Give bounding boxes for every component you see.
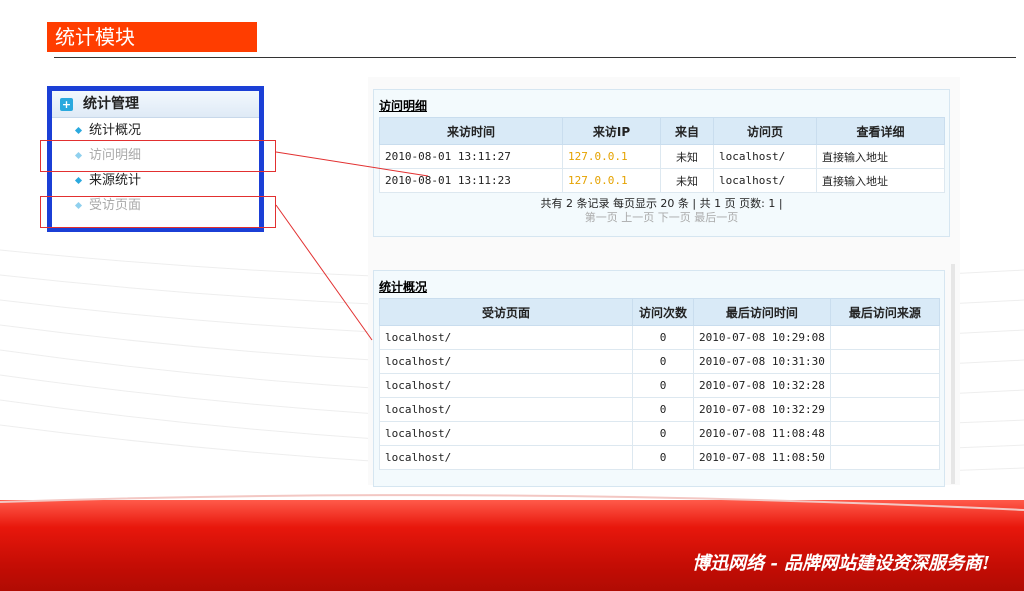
last-visit-source: [829, 421, 941, 446]
column-header: 查看详细: [816, 117, 945, 145]
last-visit-time: 2010-07-08 10:32:28: [693, 373, 831, 398]
column-header: 来自: [660, 117, 714, 145]
last-visit-source: [829, 397, 941, 422]
menu-header-label: 统计管理: [83, 96, 139, 112]
pagination: 共有 2 条记录 每页显示 20 条 | 共 1 页 页数: 1 | 第一页 上…: [374, 193, 949, 225]
visit-time: 2010-08-01 13:11:27: [379, 144, 563, 169]
visit-detail: 直接输入地址: [816, 144, 945, 169]
visit-from: 未知: [660, 144, 714, 169]
expand-icon[interactable]: +: [60, 97, 73, 111]
table-row: 2010-08-01 13:11:27 127.0.0.1 未知 localho…: [379, 144, 945, 169]
table-header-row: 受访页面 访问次数 最后访问时间 最后访问来源: [379, 298, 941, 326]
last-visit-source: [829, 445, 941, 470]
visit-from: 未知: [660, 168, 714, 193]
page-url: localhost/: [379, 397, 633, 422]
visit-count: 0: [632, 325, 694, 350]
detail-panel: 访问明细 来访时间 来访IP 来自 访问页 查看详细 2010-08-01 13…: [373, 89, 950, 237]
page-url: localhost/: [379, 445, 633, 470]
last-visit-time: 2010-07-08 11:08:50: [693, 445, 831, 470]
last-visit-source: [829, 349, 941, 374]
last-visit-source: [829, 325, 941, 350]
pagination-summary: 共有 2 条记录 每页显示 20 条 | 共 1 页 页数: 1 |: [540, 197, 783, 210]
table-row: localhost/ 0 2010-07-08 10:31:30: [379, 349, 941, 374]
visit-count: 0: [632, 421, 694, 446]
last-visit-time: 2010-07-08 10:32:29: [693, 397, 831, 422]
table-row: localhost/ 0 2010-07-08 10:32:28: [379, 373, 941, 398]
visit-ip: 127.0.0.1: [562, 144, 661, 169]
table-row: localhost/ 0 2010-07-08 10:32:29: [379, 397, 941, 422]
last-visit-source: [829, 373, 941, 398]
summary-scrollbar[interactable]: [951, 264, 955, 484]
table-row: 2010-08-01 13:11:23 127.0.0.1 未知 localho…: [379, 168, 945, 193]
visit-count: 0: [632, 397, 694, 422]
page-title: 统计模块: [47, 22, 257, 52]
pagination-links[interactable]: 第一页 上一页 下一页 最后一页: [374, 211, 949, 225]
last-visit-time: 2010-07-08 10:29:08: [693, 325, 831, 350]
table-row: localhost/ 0 2010-07-08 11:08:50: [379, 445, 941, 470]
column-header: 来访时间: [379, 117, 563, 145]
column-header: 访问次数: [632, 298, 694, 326]
column-header: 最后访问时间: [693, 298, 831, 326]
visit-page: localhost/: [713, 168, 817, 193]
footer-curve: [0, 494, 1024, 511]
visit-time: 2010-08-01 13:11:23: [379, 168, 563, 193]
summary-table: 受访页面 访问次数 最后访问时间 最后访问来源 localhost/ 0 201…: [379, 298, 941, 470]
page-url: localhost/: [379, 373, 633, 398]
page-url: localhost/: [379, 421, 633, 446]
table-header-row: 来访时间 来访IP 来自 访问页 查看详细: [379, 117, 945, 145]
column-header: 访问页: [713, 117, 817, 145]
highlight-box-pages: [40, 196, 276, 228]
page-url: localhost/: [379, 325, 633, 350]
summary-title[interactable]: 统计概况: [374, 271, 944, 298]
visit-count: 0: [632, 445, 694, 470]
summary-panel: 统计概况 受访页面 访问次数 最后访问时间 最后访问来源 localhost/ …: [373, 270, 945, 487]
title-divider: [54, 57, 1016, 58]
visit-count: 0: [632, 373, 694, 398]
column-header: 来访IP: [562, 117, 661, 145]
table-row: localhost/ 0 2010-07-08 10:29:08: [379, 325, 941, 350]
table-row: localhost/ 0 2010-07-08 11:08:48: [379, 421, 941, 446]
last-visit-time: 2010-07-08 10:31:30: [693, 349, 831, 374]
last-visit-time: 2010-07-08 11:08:48: [693, 421, 831, 446]
detail-title[interactable]: 访问明细: [374, 90, 949, 117]
column-header: 最后访问来源: [829, 298, 941, 326]
visit-detail: 直接输入地址: [816, 168, 945, 193]
column-header: 受访页面: [379, 298, 633, 326]
visit-page: localhost/: [713, 144, 817, 169]
visit-count: 0: [632, 349, 694, 374]
page-url: localhost/: [379, 349, 633, 374]
menu-header: + 统计管理: [52, 91, 259, 118]
content-area: 访问明细 来访时间 来访IP 来自 访问页 查看详细 2010-08-01 13…: [368, 77, 960, 487]
footer-slogan: 博迅网络 - 品牌网站建设资深服务商!: [692, 553, 990, 574]
detail-table: 来访时间 来访IP 来自 访问页 查看详细 2010-08-01 13:11:2…: [379, 117, 945, 193]
visit-ip: 127.0.0.1: [562, 168, 661, 193]
highlight-box-detail: [40, 140, 276, 172]
